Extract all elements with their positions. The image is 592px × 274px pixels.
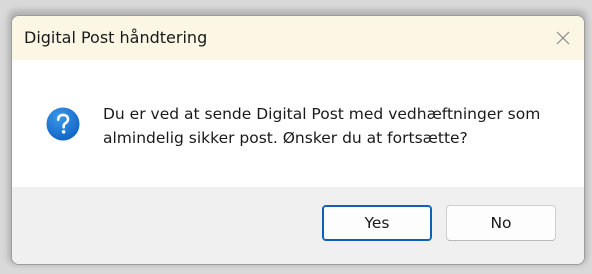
question-icon bbox=[46, 107, 80, 141]
dialog-body: Du er ved at sende Digital Post med vedh… bbox=[12, 60, 584, 187]
close-button[interactable] bbox=[548, 24, 578, 52]
yes-button[interactable]: Yes bbox=[322, 205, 432, 241]
no-button[interactable]: No bbox=[446, 205, 556, 241]
message-dialog: Digital Post håndtering Du er ved at sen… bbox=[11, 15, 585, 265]
dialog-title: Digital Post håndtering bbox=[24, 28, 208, 47]
dialog-footer: Yes No bbox=[12, 187, 584, 264]
dialog-titlebar: Digital Post håndtering bbox=[12, 16, 584, 60]
dialog-message: Du er ved at sende Digital Post med vedh… bbox=[103, 105, 541, 147]
close-icon bbox=[556, 31, 570, 45]
